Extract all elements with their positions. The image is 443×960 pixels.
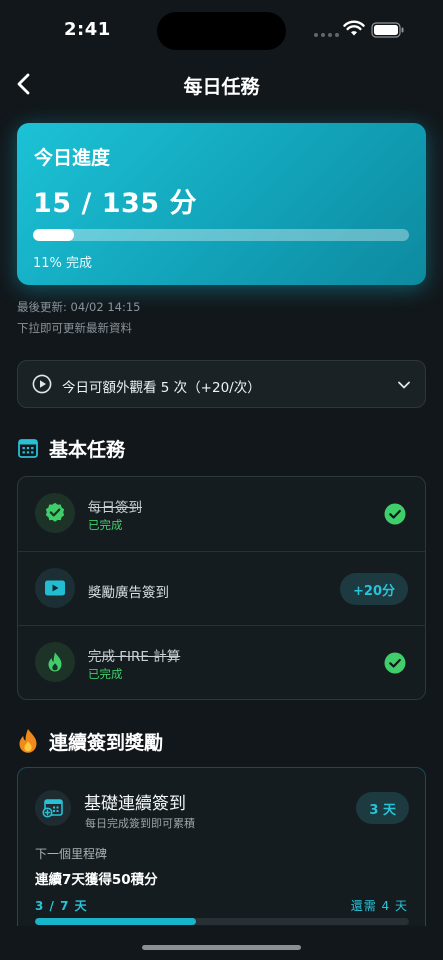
basic-task-list: 每日簽到 已完成 獎勵廣告簽到 +20分 完成 FIRE 計算 已完成 bbox=[17, 476, 426, 700]
next-milestone-label: 下一個里程碑 bbox=[35, 847, 108, 861]
fire-icon bbox=[19, 729, 37, 753]
task-status: 已完成 bbox=[88, 667, 123, 681]
task-fire-calculation[interactable]: 完成 FIRE 計算 已完成 bbox=[18, 625, 425, 699]
dynamic-island bbox=[157, 12, 286, 50]
milestone-goal: 連續7天獲得50積分 bbox=[35, 872, 158, 888]
status-time: 2:41 bbox=[64, 19, 111, 40]
page-title: 每日任務 bbox=[183, 76, 260, 98]
check-circle-icon bbox=[384, 503, 406, 525]
navigation-bar: 每日任務 bbox=[0, 62, 443, 106]
flame-icon bbox=[48, 652, 62, 672]
cellular-signal-icon bbox=[314, 33, 339, 37]
video-play-icon bbox=[45, 580, 65, 596]
verified-badge-icon bbox=[45, 502, 65, 522]
task-icon-bg bbox=[35, 493, 75, 533]
task-status: 已完成 bbox=[88, 518, 123, 532]
task-icon-bg bbox=[35, 642, 75, 682]
home-indicator[interactable] bbox=[142, 945, 301, 950]
calendar-icon bbox=[18, 439, 38, 458]
progress-score: 15 / 135 分 bbox=[33, 188, 197, 219]
streak-progress-fill bbox=[35, 918, 196, 925]
last-updated-text: 最後更新: 04/02 14:15 bbox=[17, 300, 141, 314]
streak-icon-bg bbox=[35, 790, 71, 826]
task-daily-checkin[interactable]: 每日簽到 已完成 bbox=[18, 477, 425, 551]
today-progress-card: 今日進度 15 / 135 分 11% 完成 bbox=[17, 123, 426, 285]
check-circle-icon bbox=[384, 652, 406, 674]
streak-progress-bar bbox=[35, 918, 409, 925]
calendar-add-icon bbox=[42, 799, 63, 818]
basic-tasks-heading: 基本任務 bbox=[17, 434, 125, 462]
streak-days-badge: 3 天 bbox=[356, 792, 409, 824]
status-bar: 2:41 bbox=[0, 0, 443, 58]
streak-remaining-text: 還需 4 天 bbox=[350, 899, 408, 913]
task-reward-ad-checkin[interactable]: 獎勵廣告簽到 +20分 bbox=[18, 551, 425, 625]
basic-tasks-title: 基本任務 bbox=[49, 438, 126, 461]
progress-bar-fill bbox=[33, 229, 75, 241]
pull-refresh-hint: 下拉即可更新最新資料 bbox=[17, 321, 132, 335]
bottom-safe-area bbox=[0, 926, 443, 960]
task-icon-bg bbox=[35, 568, 75, 608]
streak-rewards-title: 連續簽到獎勵 bbox=[49, 731, 164, 754]
update-info: 最後更新: 04/02 14:15 下拉即可更新最新資料 bbox=[17, 297, 140, 339]
streak-title: 基礎連續簽到 bbox=[84, 794, 186, 814]
wifi-icon bbox=[343, 20, 365, 36]
task-title: 獎勵廣告簽到 bbox=[88, 585, 169, 601]
progress-percent: 11% 完成 bbox=[33, 256, 93, 271]
task-title: 每日簽到 bbox=[88, 500, 142, 516]
streak-rewards-heading: 連續簽到獎勵 bbox=[17, 727, 163, 755]
progress-title: 今日進度 bbox=[34, 147, 111, 169]
streak-progress-text: 3 / 7 天 bbox=[35, 899, 88, 913]
battery-icon bbox=[371, 22, 404, 38]
extra-watch-dropdown[interactable]: 今日可額外觀看 5 次（+20/次） bbox=[17, 360, 426, 408]
play-circle-icon bbox=[32, 374, 52, 394]
streak-subtitle: 每日完成簽到即可累積 bbox=[85, 817, 195, 830]
extra-watch-label: 今日可額外觀看 5 次（+20/次） bbox=[62, 380, 261, 396]
task-title: 完成 FIRE 計算 bbox=[88, 649, 181, 665]
reward-points-badge[interactable]: +20分 bbox=[340, 573, 408, 605]
chevron-down-icon bbox=[398, 381, 410, 389]
progress-bar bbox=[33, 229, 409, 241]
